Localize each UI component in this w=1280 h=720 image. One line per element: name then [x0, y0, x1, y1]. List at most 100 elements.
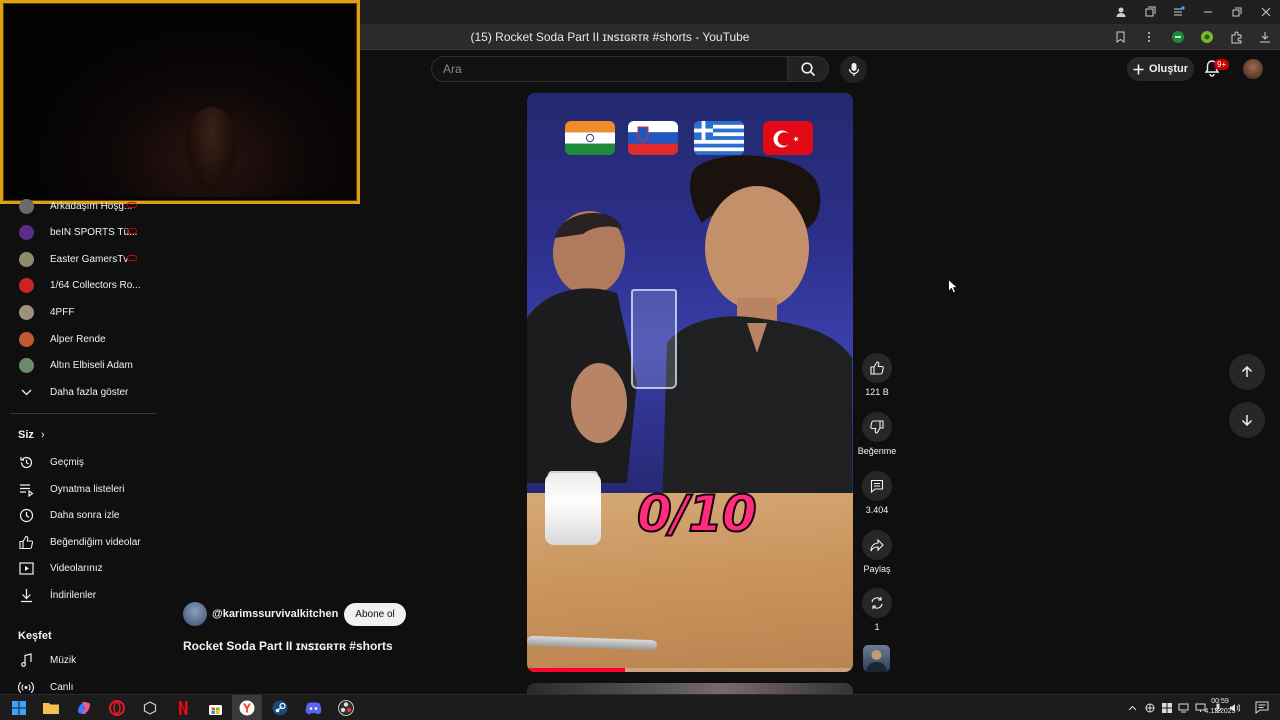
microsoft-store-icon[interactable]	[206, 699, 224, 717]
close-icon[interactable]	[1251, 0, 1280, 24]
clock-time: 00:59	[1211, 698, 1229, 705]
taskbar-clock[interactable]: 00:59 4.12.2025	[1200, 697, 1240, 717]
sidebar-item-label: Müzik	[50, 654, 77, 666]
extensions-puzzle-icon[interactable]	[1227, 28, 1245, 46]
chevron-up-icon[interactable]	[1127, 703, 1138, 714]
like-count: 121 B	[865, 387, 889, 397]
subscription-item[interactable]: Arkadaşım Hoşg...	[0, 193, 158, 219]
windows-start-icon[interactable]	[10, 699, 28, 717]
file-explorer-icon[interactable]	[42, 699, 60, 717]
tray-app-icon[interactable]	[1144, 703, 1155, 714]
window-controls	[1106, 0, 1280, 24]
channel-avatar[interactable]	[183, 602, 207, 626]
netflix-icon[interactable]	[174, 699, 192, 717]
minimize-icon[interactable]	[1193, 0, 1222, 24]
flag-turkey-icon	[763, 121, 813, 155]
chevron-down-icon	[18, 384, 34, 400]
sidebar-item-playlists[interactable]: Oynatma listeleri	[0, 476, 158, 502]
subscription-item[interactable]: 1/64 Collectors Ro...	[0, 272, 158, 298]
short-video-player[interactable]: 0/10	[527, 93, 853, 672]
remix-icon	[871, 597, 883, 609]
create-button[interactable]: Oluştur	[1127, 57, 1194, 81]
channel-avatar-icon	[18, 198, 34, 214]
subscription-item[interactable]: Easter GamersTv	[0, 246, 158, 272]
app-cube-icon[interactable]	[141, 699, 159, 717]
live-indicator-icon	[127, 202, 137, 208]
watch-later-icon	[18, 507, 34, 523]
bookmark-icon[interactable]	[1111, 28, 1129, 46]
notification-center-icon[interactable]	[1255, 701, 1269, 714]
liked-icon	[18, 534, 34, 550]
channel-avatar-icon	[18, 251, 34, 267]
subscription-item[interactable]: Altın Elbiseli Adam	[0, 352, 158, 378]
sidebar-item-label: Canlı	[50, 681, 74, 693]
next-short-button[interactable]	[1229, 402, 1265, 438]
extension-icon[interactable]	[1198, 28, 1216, 46]
comments-button[interactable]: 3.404	[857, 471, 897, 515]
opera-icon[interactable]	[108, 699, 126, 717]
you-section-header[interactable]: Siz ›	[18, 429, 45, 441]
sidebar-item-downloads[interactable]: İndirilenler	[0, 582, 158, 608]
arrow-up-icon	[1241, 365, 1253, 377]
address-bar-tools	[1111, 24, 1274, 50]
copilot-icon[interactable]	[75, 699, 93, 717]
yandex-browser-icon[interactable]	[238, 699, 256, 717]
comment-icon	[870, 479, 884, 493]
comments-circle	[862, 471, 892, 501]
sidebar-item-label: Videolarınız	[50, 562, 103, 574]
menu-icon[interactable]	[1164, 0, 1193, 24]
channel-avatar-icon	[18, 331, 34, 347]
discord-icon[interactable]	[304, 699, 322, 717]
history-icon	[18, 454, 34, 470]
video-person-right	[662, 153, 852, 513]
like-button[interactable]: 121 B	[857, 353, 897, 397]
short-title[interactable]: Rocket Soda Part II ɪɴꜱɪɢʀᴛʀ #shorts	[183, 639, 393, 653]
remix-circle	[862, 588, 892, 618]
subscription-item[interactable]: beIN SPORTS Tü...	[0, 219, 158, 245]
subscription-item[interactable]: 4PFF	[0, 299, 158, 325]
sidebar-item-watch-later[interactable]: Daha sonra izle	[0, 502, 158, 528]
more-options-icon[interactable]	[1140, 28, 1158, 46]
sidebar-item-label: Daha sonra izle	[50, 509, 120, 521]
download-icon[interactable]	[1256, 28, 1274, 46]
tray-windows-icon[interactable]	[1161, 703, 1172, 714]
comment-count: 3.404	[865, 505, 889, 515]
subscription-label: Altın Elbiseli Adam	[50, 359, 133, 371]
subscription-label: Arkadaşım Hoşg...	[50, 200, 133, 212]
search-input[interactable]: Ara	[431, 56, 787, 82]
subscription-label: 4PFF	[50, 306, 75, 318]
microphone-icon	[848, 63, 859, 76]
score-overlay: 0/10	[636, 484, 758, 544]
channel-handle[interactable]: @karimssurvivalkitchen	[212, 608, 338, 620]
remix-button[interactable]: 1	[857, 588, 897, 632]
subscribe-button[interactable]: Abone ol	[344, 602, 406, 626]
previous-short-button[interactable]	[1229, 354, 1265, 390]
show-more-button[interactable]: Daha fazla göster	[0, 379, 158, 405]
search-button[interactable]	[787, 56, 829, 82]
sound-thumbnail[interactable]	[863, 645, 890, 672]
subscription-label: Easter GamersTv	[50, 253, 129, 265]
restore-icon[interactable]	[1222, 0, 1251, 24]
share-icon	[870, 538, 884, 552]
sidebar-item-history[interactable]: Geçmiş	[0, 449, 158, 475]
subscription-label: 1/64 Collectors Ro...	[50, 279, 141, 291]
steam-icon[interactable]	[271, 699, 289, 717]
sidebar-item-music[interactable]: Müzik	[0, 647, 158, 673]
sidebar-item-your-videos[interactable]: Videolarınız	[0, 555, 158, 581]
sidebar-item-liked[interactable]: Beğendiğim videolar	[0, 529, 158, 555]
dislike-button[interactable]: Beğenme	[857, 412, 897, 456]
obs-studio-icon[interactable]	[337, 699, 355, 717]
subscription-item[interactable]: Alper Rende	[0, 326, 158, 352]
you-section-label: Siz	[18, 429, 34, 441]
voice-search-button[interactable]	[840, 56, 867, 83]
share-button[interactable]: Paylaş	[857, 530, 897, 574]
tabs-icon[interactable]	[1135, 0, 1164, 24]
video-progress-bar[interactable]	[527, 668, 853, 672]
live-icon	[18, 679, 34, 695]
thumbs-up-icon	[870, 361, 884, 375]
profile-icon[interactable]	[1106, 0, 1135, 24]
network-icon[interactable]	[1178, 703, 1189, 714]
account-avatar[interactable]	[1243, 59, 1263, 79]
screen: (15) Rocket Soda Part II ɪɴꜱɪɢʀᴛʀ #short…	[0, 0, 1280, 720]
vpn-extension-icon[interactable]	[1169, 28, 1187, 46]
